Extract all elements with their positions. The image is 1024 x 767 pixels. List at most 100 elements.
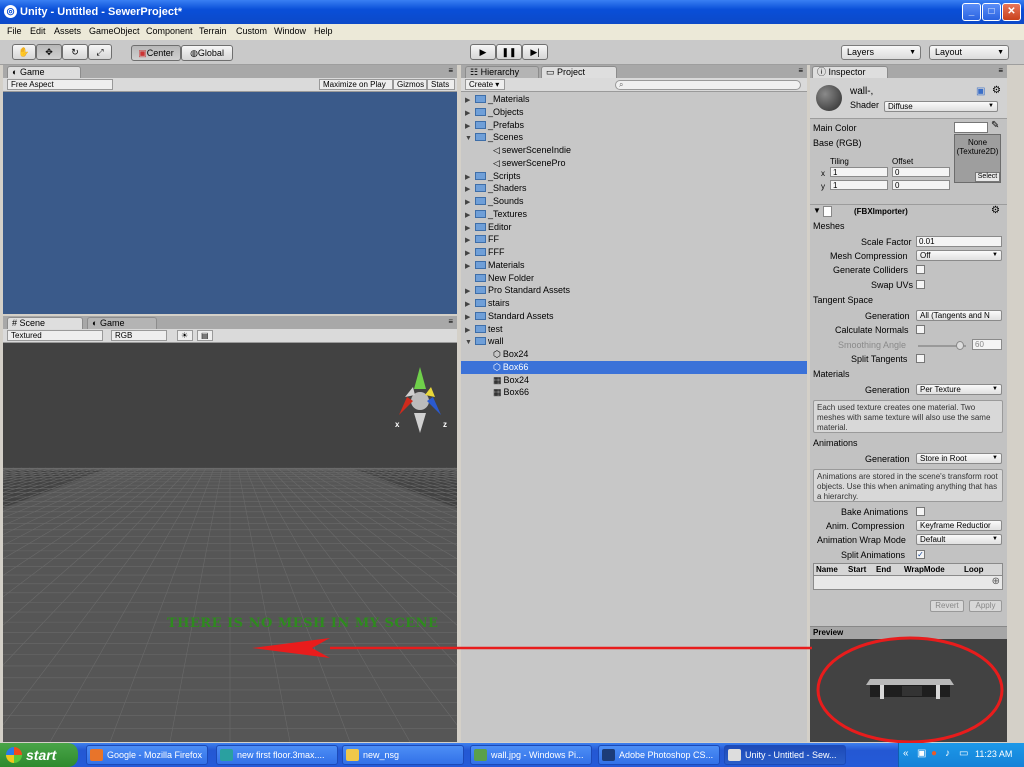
- project-search-input[interactable]: ⌕: [615, 80, 801, 90]
- generate-colliders-checkbox[interactable]: [916, 265, 925, 274]
- bake-animations-checkbox[interactable]: [916, 507, 925, 516]
- tab-inspector[interactable]: ⓘ Inspector: [812, 66, 888, 78]
- gizmos-toggle[interactable]: Gizmos: [393, 79, 427, 90]
- project-item[interactable]: New Folder: [461, 272, 807, 285]
- tray-collapse-icon[interactable]: «: [903, 748, 909, 759]
- lighting-toggle[interactable]: ☀: [177, 330, 193, 341]
- panel-menu-icon[interactable]: ≡: [798, 66, 803, 75]
- menu-help[interactable]: Help: [314, 26, 333, 36]
- maximize-on-play-toggle[interactable]: Maximize on Play: [319, 79, 393, 90]
- layout-dropdown[interactable]: Layout ▼: [929, 45, 1009, 60]
- calculate-normals-checkbox[interactable]: [916, 325, 925, 334]
- tab-project[interactable]: ▭ Project: [541, 66, 617, 78]
- image-toggle[interactable]: ▤: [197, 330, 213, 341]
- pause-button[interactable]: ❚❚: [496, 44, 522, 60]
- smoothing-angle-field[interactable]: 60: [972, 339, 1002, 350]
- step-button[interactable]: ▶|: [522, 44, 548, 60]
- project-item[interactable]: ▶ test: [461, 323, 807, 336]
- project-item[interactable]: ▶ stairs: [461, 297, 807, 310]
- project-item[interactable]: ▶ _Textures: [461, 208, 807, 221]
- menu-file[interactable]: File: [7, 26, 22, 36]
- stats-toggle[interactable]: Stats: [427, 79, 455, 90]
- preview-viewport[interactable]: [810, 639, 1007, 742]
- tab-game[interactable]: ◐ Game: [7, 66, 81, 78]
- color-mode-dropdown[interactable]: RGB: [111, 330, 167, 341]
- scene-viewport[interactable]: x z: [3, 343, 457, 742]
- menu-window[interactable]: Window: [274, 26, 306, 36]
- foldout-icon[interactable]: ▼: [813, 206, 821, 215]
- tab-game-2[interactable]: ◐ Game: [87, 317, 157, 329]
- tab-hierarchy[interactable]: ☷ Hierarchy: [465, 66, 539, 78]
- project-item[interactable]: ◁ sewerScenePro: [461, 157, 807, 170]
- scale-factor-field[interactable]: 0.01: [916, 236, 1002, 247]
- project-item[interactable]: ⬡ Box24: [461, 348, 807, 361]
- monitor-icon[interactable]: ▭: [959, 748, 968, 759]
- project-item[interactable]: ▼ wall: [461, 335, 807, 348]
- offset-y-field[interactable]: 0: [892, 180, 950, 190]
- project-item[interactable]: ▶ Editor: [461, 221, 807, 234]
- project-item[interactable]: ▶ _Objects: [461, 106, 807, 119]
- main-color-swatch[interactable]: [954, 122, 988, 133]
- materials-generation-dropdown[interactable]: Per Texture ▼: [916, 384, 1002, 395]
- tangent-generation-dropdown[interactable]: All (Tangents and N: [916, 310, 1002, 321]
- project-item[interactable]: ▶ _Materials: [461, 93, 807, 106]
- close-button[interactable]: ✕: [1002, 3, 1021, 21]
- hand-tool-button[interactable]: ✋: [12, 44, 36, 60]
- apply-button[interactable]: Apply: [969, 600, 1002, 612]
- project-item[interactable]: ▶ _Prefabs: [461, 119, 807, 132]
- render-mode-dropdown[interactable]: Textured: [7, 330, 103, 341]
- offset-x-field[interactable]: 0: [892, 167, 950, 177]
- volume-icon[interactable]: ♪: [945, 748, 950, 759]
- project-item[interactable]: ◁ sewerSceneIndie: [461, 144, 807, 157]
- project-item[interactable]: ▶ Standard Assets: [461, 310, 807, 323]
- menu-gameobject[interactable]: GameObject: [89, 26, 140, 36]
- layers-dropdown[interactable]: Layers ▼: [841, 45, 921, 60]
- pivot-global-button[interactable]: ◍Global: [181, 45, 233, 61]
- project-item[interactable]: ▦ Box24: [461, 374, 807, 387]
- project-item[interactable]: ▶ FF: [461, 233, 807, 246]
- maximize-button[interactable]: □: [982, 3, 1001, 21]
- project-item[interactable]: ▶ Materials: [461, 259, 807, 272]
- taskbar-task[interactable]: Google - Mozilla Firefox: [86, 745, 208, 765]
- anim-generation-dropdown[interactable]: Store in Root ▼: [916, 453, 1002, 464]
- project-item[interactable]: ▶ _Scripts: [461, 170, 807, 183]
- slider-thumb[interactable]: [956, 341, 964, 350]
- tiling-y-field[interactable]: 1: [830, 180, 888, 190]
- revert-button[interactable]: Revert: [930, 600, 964, 612]
- menu-terrain[interactable]: Terrain: [199, 26, 227, 36]
- menu-assets[interactable]: Assets: [54, 26, 81, 36]
- eyedropper-icon[interactable]: ✎: [991, 120, 999, 131]
- project-item[interactable]: ⬡ Box66: [461, 360, 807, 374]
- aspect-dropdown[interactable]: Free Aspect: [7, 79, 113, 90]
- taskbar-task[interactable]: wall.jpg - Windows Pi...: [470, 745, 592, 765]
- minimize-button[interactable]: _: [962, 3, 981, 21]
- play-button[interactable]: ▶: [470, 44, 496, 60]
- start-button[interactable]: start: [0, 743, 78, 767]
- split-animations-checkbox[interactable]: ✓: [916, 550, 925, 559]
- create-dropdown[interactable]: Create ▾: [465, 79, 505, 90]
- project-item[interactable]: ▶ _Shaders: [461, 182, 807, 195]
- pivot-center-button[interactable]: ▣Center: [131, 45, 181, 61]
- menu-component[interactable]: Component: [146, 26, 193, 36]
- network-icon[interactable]: ▣: [917, 748, 926, 759]
- taskbar-task[interactable]: new first floor.3max....: [216, 745, 338, 765]
- wrap-mode-dropdown[interactable]: Default ▼: [916, 534, 1002, 545]
- menu-custom[interactable]: Custom: [236, 26, 267, 36]
- project-item[interactable]: ▦ Box66: [461, 386, 807, 399]
- game-viewport[interactable]: [3, 92, 457, 314]
- shader-dropdown[interactable]: Diffuse ▼: [884, 101, 998, 112]
- panel-menu-icon[interactable]: ≡: [998, 66, 1003, 75]
- gear-icon[interactable]: ⚙: [991, 205, 1000, 216]
- anim-compression-dropdown[interactable]: Keyframe Reductior: [916, 520, 1002, 531]
- add-clip-icon[interactable]: ⊕: [992, 576, 1000, 587]
- project-item[interactable]: ▶ FFF: [461, 246, 807, 259]
- taskbar-task[interactable]: new_nsg: [342, 745, 464, 765]
- project-item[interactable]: ▼ _Scenes: [461, 131, 807, 144]
- rotate-tool-button[interactable]: ↻: [62, 44, 88, 60]
- split-tangents-checkbox[interactable]: [916, 354, 925, 363]
- texture-select-button[interactable]: Select: [975, 172, 1000, 182]
- swap-uvs-checkbox[interactable]: [916, 280, 925, 289]
- panel-menu-icon[interactable]: ≡: [448, 317, 453, 326]
- taskbar-task[interactable]: Adobe Photoshop CS...: [598, 745, 720, 765]
- security-icon[interactable]: ●: [931, 748, 937, 759]
